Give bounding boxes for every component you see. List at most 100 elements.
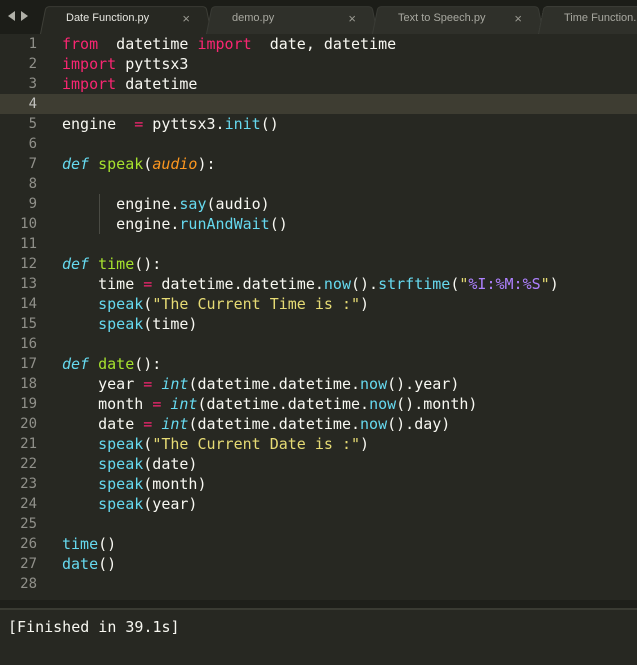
code-token: () <box>98 535 117 553</box>
code-text: time = datetime.datetime.now().strftime(… <box>62 274 559 294</box>
code-line[interactable]: 25 <box>0 514 637 534</box>
line-number: 27 <box>20 556 37 572</box>
line-number: 16 <box>20 336 37 352</box>
code-token: ) <box>360 435 370 453</box>
code-line[interactable]: 14 speak("The Current Time is :") <box>0 294 637 314</box>
code-token: ) <box>549 275 559 293</box>
code-line[interactable]: 5 engine = pyttsx3.init() <box>0 114 637 134</box>
code-token: "The Current Time is :" <box>152 295 361 313</box>
code-line[interactable]: 11 <box>0 234 637 254</box>
code-text: import datetime <box>62 74 197 94</box>
code-line[interactable]: 20 date = int(datetime.datetime.now().da… <box>0 414 637 434</box>
code-line[interactable]: 21 speak("The Current Date is :") <box>0 434 637 454</box>
code-line[interactable]: 26 time() <box>0 534 637 554</box>
code-line[interactable]: 13 time = datetime.datetime.now().strfti… <box>0 274 637 294</box>
code-line[interactable]: 12 def time(): <box>0 254 637 274</box>
code-token: () <box>260 115 279 133</box>
code-token: def <box>62 255 90 273</box>
close-icon[interactable]: × <box>182 11 190 26</box>
line-number: 13 <box>20 276 37 292</box>
code-line[interactable]: 15 speak(time) <box>0 314 637 334</box>
code-token: () <box>98 555 117 573</box>
code-token: speak <box>98 315 144 333</box>
code-token: int <box>170 395 198 413</box>
code-line[interactable]: 7 def speak(audio): <box>0 154 637 174</box>
code-token: audio <box>152 155 198 173</box>
panel-divider[interactable] <box>0 600 637 608</box>
code-token: speak <box>98 455 144 473</box>
line-number: 22 <box>20 456 37 472</box>
code-token: import <box>62 75 117 93</box>
code-token: ().day) <box>387 415 451 433</box>
line-number: 2 <box>28 56 37 72</box>
code-line[interactable]: 18 year = int(datetime.datetime.now().ye… <box>0 374 637 394</box>
chevron-left-icon[interactable] <box>8 11 15 21</box>
code-text: speak(year) <box>62 494 197 514</box>
line-number: 15 <box>20 316 37 332</box>
code-token: init <box>224 115 261 133</box>
code-token: from <box>62 35 99 53</box>
code-token: = <box>134 115 144 133</box>
code-token: (datetime.datetime. <box>197 395 370 413</box>
code-line[interactable]: 23 speak(month) <box>0 474 637 494</box>
code-line[interactable]: 3 import datetime <box>0 74 637 94</box>
code-text: engine = pyttsx3.init() <box>62 114 279 134</box>
code-token: date, datetime <box>251 35 397 53</box>
code-token: date <box>62 555 99 573</box>
chevron-right-icon[interactable] <box>21 11 28 21</box>
code-token: time <box>98 255 135 273</box>
line-number: 23 <box>20 476 37 492</box>
code-text: def time(): <box>62 254 161 274</box>
close-icon[interactable]: × <box>514 11 522 26</box>
line-number: 28 <box>20 576 37 592</box>
code-text: speak("The Current Time is :") <box>62 294 369 314</box>
code-token: pyttsx3 <box>116 55 189 73</box>
code-token: = <box>143 275 153 293</box>
tab-1[interactable]: demo.py × <box>206 4 378 34</box>
line-number: 6 <box>28 136 37 152</box>
code-line[interactable]: 6 <box>0 134 637 154</box>
code-line[interactable]: 2 import pyttsx3 <box>0 54 637 74</box>
build-output-text: [Finished in 39.1s] <box>8 618 180 636</box>
line-number: 17 <box>20 356 37 372</box>
code-token: month <box>62 395 153 413</box>
code-line[interactable]: 24 speak(year) <box>0 494 637 514</box>
code-text: def date(): <box>62 354 161 374</box>
code-line[interactable]: 9 engine.say(audio) <box>0 194 637 214</box>
code-line[interactable]: 19 month = int(datetime.datetime.now().m… <box>0 394 637 414</box>
code-line[interactable]: 22 speak(date) <box>0 454 637 474</box>
indent-guide <box>99 194 100 234</box>
line-number: 7 <box>28 156 37 172</box>
code-token: = <box>143 415 153 433</box>
code-line[interactable]: 8 <box>0 174 637 194</box>
code-line[interactable]: 16 <box>0 334 637 354</box>
code-token: () <box>269 215 288 233</box>
close-icon[interactable]: × <box>348 11 356 26</box>
build-output-panel[interactable]: [Finished in 39.1s] <box>0 608 637 665</box>
code-text: import pyttsx3 <box>62 54 188 74</box>
code-token: time <box>62 535 99 553</box>
code-text: speak("The Current Date is :") <box>62 434 369 454</box>
line-number: 19 <box>20 396 37 412</box>
code-line[interactable]: 10 engine.runAndWait() <box>0 214 637 234</box>
code-token: (time) <box>143 315 198 333</box>
tab-2[interactable]: Text to Speech.py × <box>372 4 544 34</box>
code-line[interactable]: 4 <box>0 94 637 114</box>
code-editor[interactable]: 1 from datetime import date, datetime 2 imp… <box>0 34 637 600</box>
code-token: date <box>62 415 144 433</box>
tab-3[interactable]: Time Function.py <box>538 4 637 34</box>
code-line[interactable]: 1 from datetime import date, datetime <box>0 34 637 54</box>
code-text: speak(time) <box>62 314 197 334</box>
code-token: ().month) <box>396 395 478 413</box>
tab-0[interactable]: Date Function.py × <box>40 4 212 34</box>
code-line[interactable]: 27 date() <box>0 554 637 574</box>
code-line[interactable]: 28 <box>0 574 637 594</box>
code-line[interactable]: 17 def date(): <box>0 354 637 374</box>
code-token: def <box>62 155 90 173</box>
line-number: 9 <box>28 196 37 212</box>
